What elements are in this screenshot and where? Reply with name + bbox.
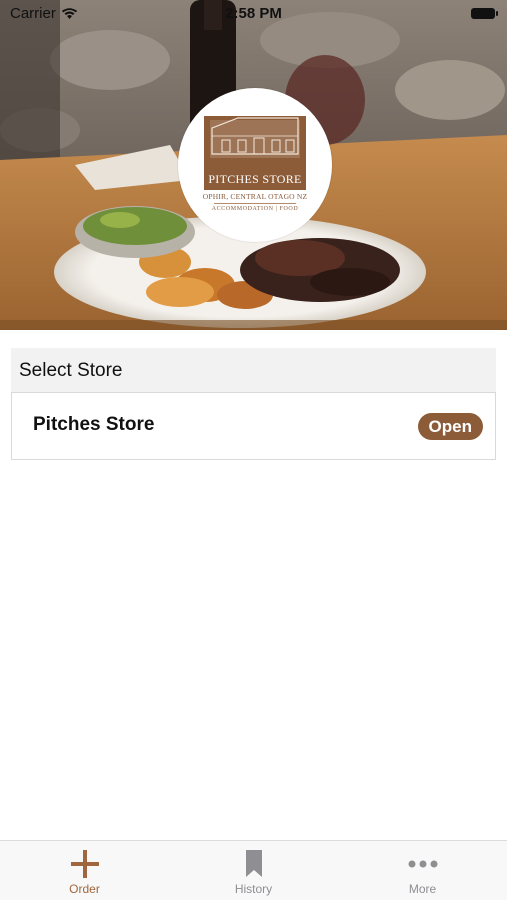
status-time: 2:58 PM <box>225 5 282 22</box>
store-logo: PITCHES STORE OPHIR, CENTRAL OTAGO NZ AC… <box>178 88 332 242</box>
tab-order-label: Order <box>69 882 100 896</box>
store-building-icon <box>204 116 306 190</box>
bookmark-icon <box>169 849 338 877</box>
tab-history-label: History <box>234 882 273 896</box>
status-bar: Carrier 2:58 PM <box>0 0 507 28</box>
store-list-item[interactable]: Pitches Store Open <box>11 392 496 460</box>
tab-bar: Order History More <box>0 840 507 900</box>
tab-more[interactable]: More <box>338 841 507 900</box>
select-store-header: Select Store <box>11 348 496 392</box>
plus-icon <box>0 849 169 878</box>
logo-divider <box>214 203 296 204</box>
tab-history[interactable]: History <box>169 841 338 900</box>
store-status-badge: Open <box>417 413 483 440</box>
logo-tagline: ACCOMMODATION | FOOD <box>211 206 299 212</box>
tab-order[interactable]: Order <box>0 841 169 900</box>
tab-more-label: More <box>408 882 437 896</box>
select-store-title: Select Store <box>19 360 123 381</box>
more-dots-icon <box>338 849 507 877</box>
battery-icon <box>471 8 498 19</box>
logo-store-name: PITCHES STORE <box>208 172 302 186</box>
store-name: Pitches Store <box>33 414 155 435</box>
logo-location: OPHIR, CENTRAL OTAGO NZ <box>202 192 308 201</box>
